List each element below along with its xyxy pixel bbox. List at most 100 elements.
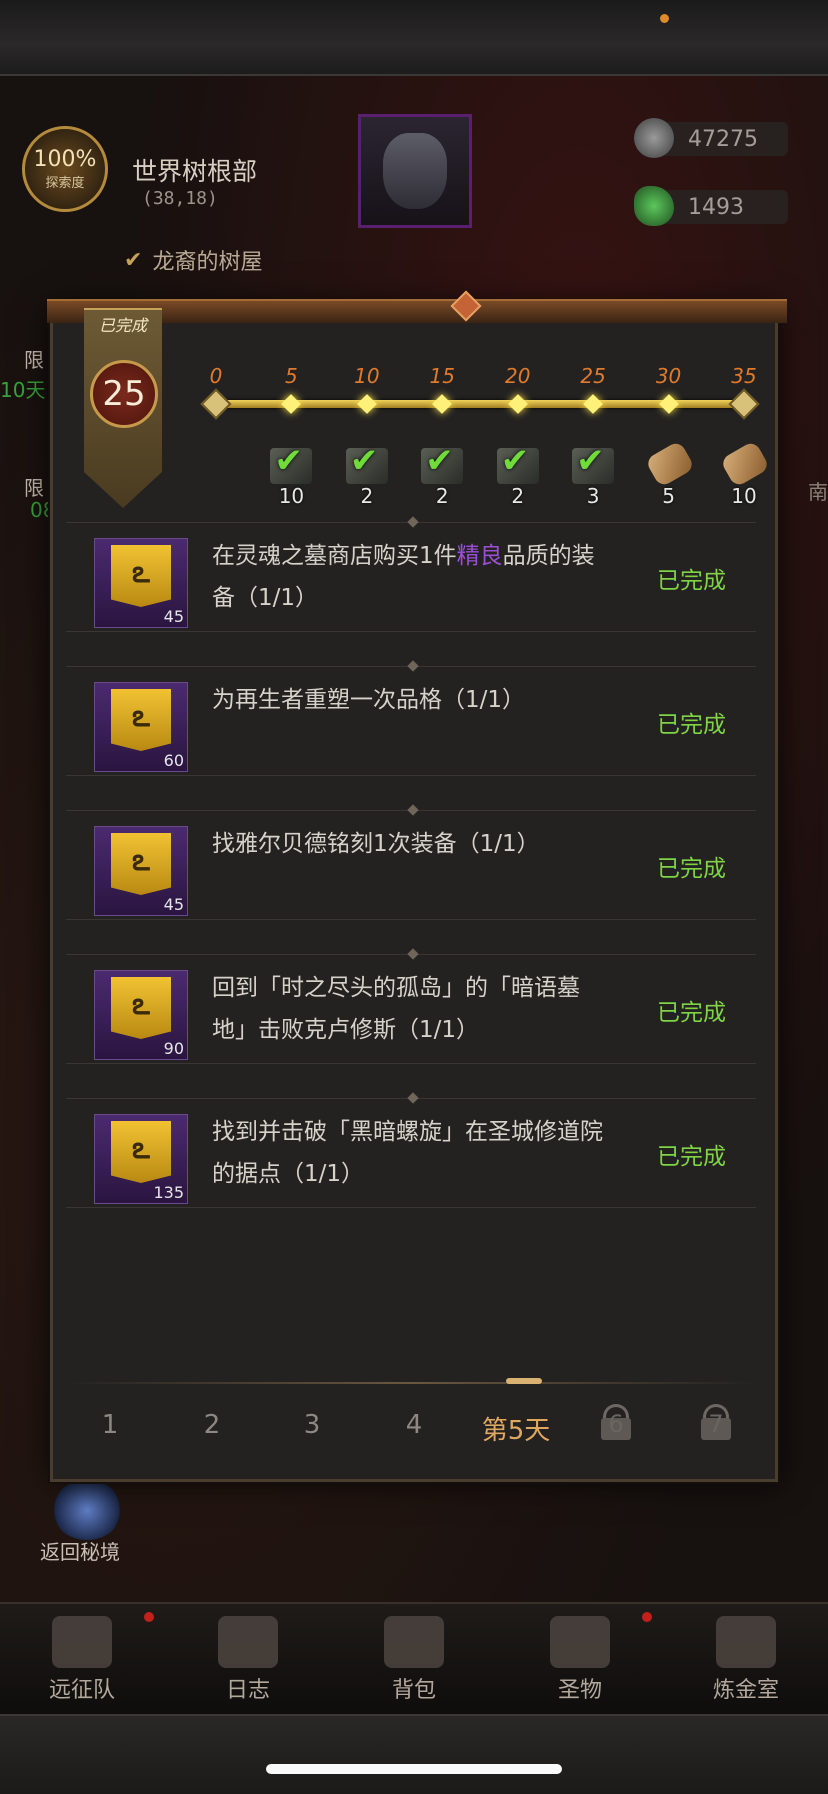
banner-reward-icon: ఽ xyxy=(111,833,171,895)
task-text: 找雅尔贝德铭刻1次装备（1/1） xyxy=(212,831,540,857)
top-ornament-bar xyxy=(0,0,828,76)
task-reward-amount: 45 xyxy=(163,607,184,626)
alchemy-icon xyxy=(716,1616,776,1668)
scroll-icon xyxy=(719,440,771,488)
bottom-navigation: 远征队 日志 背包 圣物 炼金室 xyxy=(0,1602,828,1716)
active-tab-indicator xyxy=(506,1378,542,1384)
currency-ore-value: 47275 xyxy=(688,127,758,152)
task-description: 找到并击破「黑暗螺旋」在圣城修道院的据点（1/1） xyxy=(212,1111,612,1195)
milestone-label: 15 xyxy=(429,364,456,388)
task-row[interactable]: ఽ 60 为再生者重塑一次品格（1/1） 已完成 xyxy=(66,660,756,776)
limited-event-2-label[interactable]: 限 xyxy=(24,472,44,501)
task-text-highlight: 精良 xyxy=(456,543,503,569)
claimed-check-icon: ✔ xyxy=(576,441,605,481)
task-description: 找雅尔贝德铭刻1次装备（1/1） xyxy=(212,823,612,865)
task-row[interactable]: ఽ 45 在灵魂之墓商店购买1件精良品质的装备（1/1） 已完成 xyxy=(66,516,756,632)
emerald-icon xyxy=(634,186,674,226)
task-status: 已完成 xyxy=(657,568,726,594)
nav-label: 远征队 xyxy=(48,1678,115,1703)
milestone-label: 20 xyxy=(504,364,531,388)
reward-count: 5 xyxy=(662,484,675,508)
task-description: 在灵魂之墓商店购买1件精良品质的装备（1/1） xyxy=(212,535,612,619)
status-dot xyxy=(660,14,669,23)
task-reward-amount: 45 xyxy=(163,895,184,914)
task-text: 找到并击破「黑暗螺旋」在圣城修道院的据点（1/1） xyxy=(212,1119,603,1187)
milestone-label: 35 xyxy=(731,364,757,388)
task-reward-icon: ఽ 45 xyxy=(94,826,188,916)
reward-count: 2 xyxy=(360,484,374,508)
limited-event-1-days: 10天 xyxy=(0,378,46,402)
day-tab[interactable]: 2 xyxy=(172,1410,252,1440)
task-reward-amount: 135 xyxy=(153,1183,184,1202)
location-name: 世界树根部 xyxy=(132,157,258,186)
location-coords: (38,18) xyxy=(142,188,218,209)
task-reward-icon: ఽ 45 xyxy=(94,538,188,628)
day-tab[interactable]: 7 xyxy=(676,1410,756,1438)
home-indicator[interactable] xyxy=(266,1764,562,1774)
task-reward-icon: ఽ 135 xyxy=(94,1114,188,1204)
nav-item[interactable]: 圣物 xyxy=(520,1616,640,1704)
check-icon: ✔ xyxy=(124,247,143,273)
day-tab[interactable]: 3 xyxy=(272,1410,352,1440)
journal-icon xyxy=(218,1616,278,1668)
day-tab[interactable]: 4 xyxy=(374,1410,454,1440)
task-row[interactable]: ఽ 135 找到并击破「黑暗螺旋」在圣城修道院的据点（1/1） 已完成 xyxy=(66,1092,756,1208)
milestone-label: 25 xyxy=(580,364,606,388)
banner-label: 已完成 xyxy=(98,316,147,335)
currency-emerald-value: 1493 xyxy=(688,195,744,220)
hero-portrait[interactable] xyxy=(358,114,472,228)
nav-label: 炼金室 xyxy=(712,1678,779,1703)
reward-count: 10 xyxy=(278,484,305,508)
day-tabs-divider xyxy=(66,1382,756,1384)
reward-count: 3 xyxy=(586,484,600,508)
nav-label: 圣物 xyxy=(557,1678,602,1703)
day-tab[interactable]: 第5天 xyxy=(476,1410,556,1447)
task-reward-icon: ఽ 60 xyxy=(94,682,188,772)
exploration-progress-ring[interactable]: 100% 探索度 xyxy=(22,126,108,212)
scroll-icon xyxy=(644,440,695,488)
reward-count: 2 xyxy=(435,484,449,508)
task-text: 回到「时之尽头的孤岛」的「暗语墓地」击败克卢修斯（1/1） xyxy=(212,975,580,1043)
task-row[interactable]: ఽ 90 回到「时之尽头的孤岛」的「暗语墓地」击败克卢修斯（1/1） 已完成 xyxy=(66,948,756,1064)
bag-icon xyxy=(384,1616,444,1668)
milestone-label: 5 xyxy=(285,364,298,388)
nav-item[interactable]: 背包 xyxy=(354,1616,474,1704)
right-edge-label: 南 xyxy=(808,480,828,504)
day-tab[interactable]: 1 xyxy=(70,1410,150,1440)
relic-icon xyxy=(550,1616,610,1668)
nav-label: 背包 xyxy=(391,1678,436,1703)
ore-icon xyxy=(634,118,674,158)
nav-item[interactable]: 炼金室 xyxy=(686,1616,806,1704)
task-row[interactable]: ఽ 45 找雅尔贝德铭刻1次装备（1/1） 已完成 xyxy=(66,804,756,920)
notification-dot xyxy=(144,1612,154,1622)
notification-dot xyxy=(642,1612,652,1622)
bottom-ornament-bar xyxy=(0,1714,828,1794)
claimed-check-icon: ✔ xyxy=(500,441,530,481)
banner-reward-icon: ఽ xyxy=(111,1121,171,1183)
claimed-check-icon: ✔ xyxy=(349,441,379,481)
reward-count: 2 xyxy=(511,484,525,508)
limited-event-1-label[interactable]: 限 xyxy=(24,344,44,373)
banner-reward-icon: ఽ xyxy=(111,977,171,1039)
nav-item[interactable]: 远征队 xyxy=(22,1616,142,1704)
sub-location[interactable]: ✔ 龙裔的树屋 xyxy=(124,244,262,276)
claimed-check-icon: ✔ xyxy=(425,441,454,481)
day-tab[interactable]: 6 xyxy=(576,1410,656,1438)
return-to-realm-label[interactable]: 返回秘境 xyxy=(40,1536,120,1565)
exploration-percent: 100% xyxy=(33,147,97,172)
task-description: 回到「时之尽头的孤岛」的「暗语墓地」击败克卢修斯（1/1） xyxy=(212,967,612,1051)
currency-ore: 47275 xyxy=(634,118,788,158)
currency-emerald: 1493 xyxy=(634,186,788,226)
task-status: 已完成 xyxy=(657,856,726,882)
banner-reward-icon: ఽ xyxy=(111,689,171,751)
task-description: 为再生者重塑一次品格（1/1） xyxy=(212,679,612,721)
helmet-icon xyxy=(52,1616,112,1668)
claimed-check-icon: ✔ xyxy=(274,441,303,481)
task-status: 已完成 xyxy=(657,1000,726,1026)
sub-location-label: 龙裔的树屋 xyxy=(152,250,263,275)
completion-count: 25 xyxy=(90,360,158,428)
task-status: 已完成 xyxy=(657,712,726,738)
portal-icon[interactable] xyxy=(52,1480,122,1540)
milestone-label: 0 xyxy=(209,364,223,388)
nav-item[interactable]: 日志 xyxy=(188,1616,308,1704)
